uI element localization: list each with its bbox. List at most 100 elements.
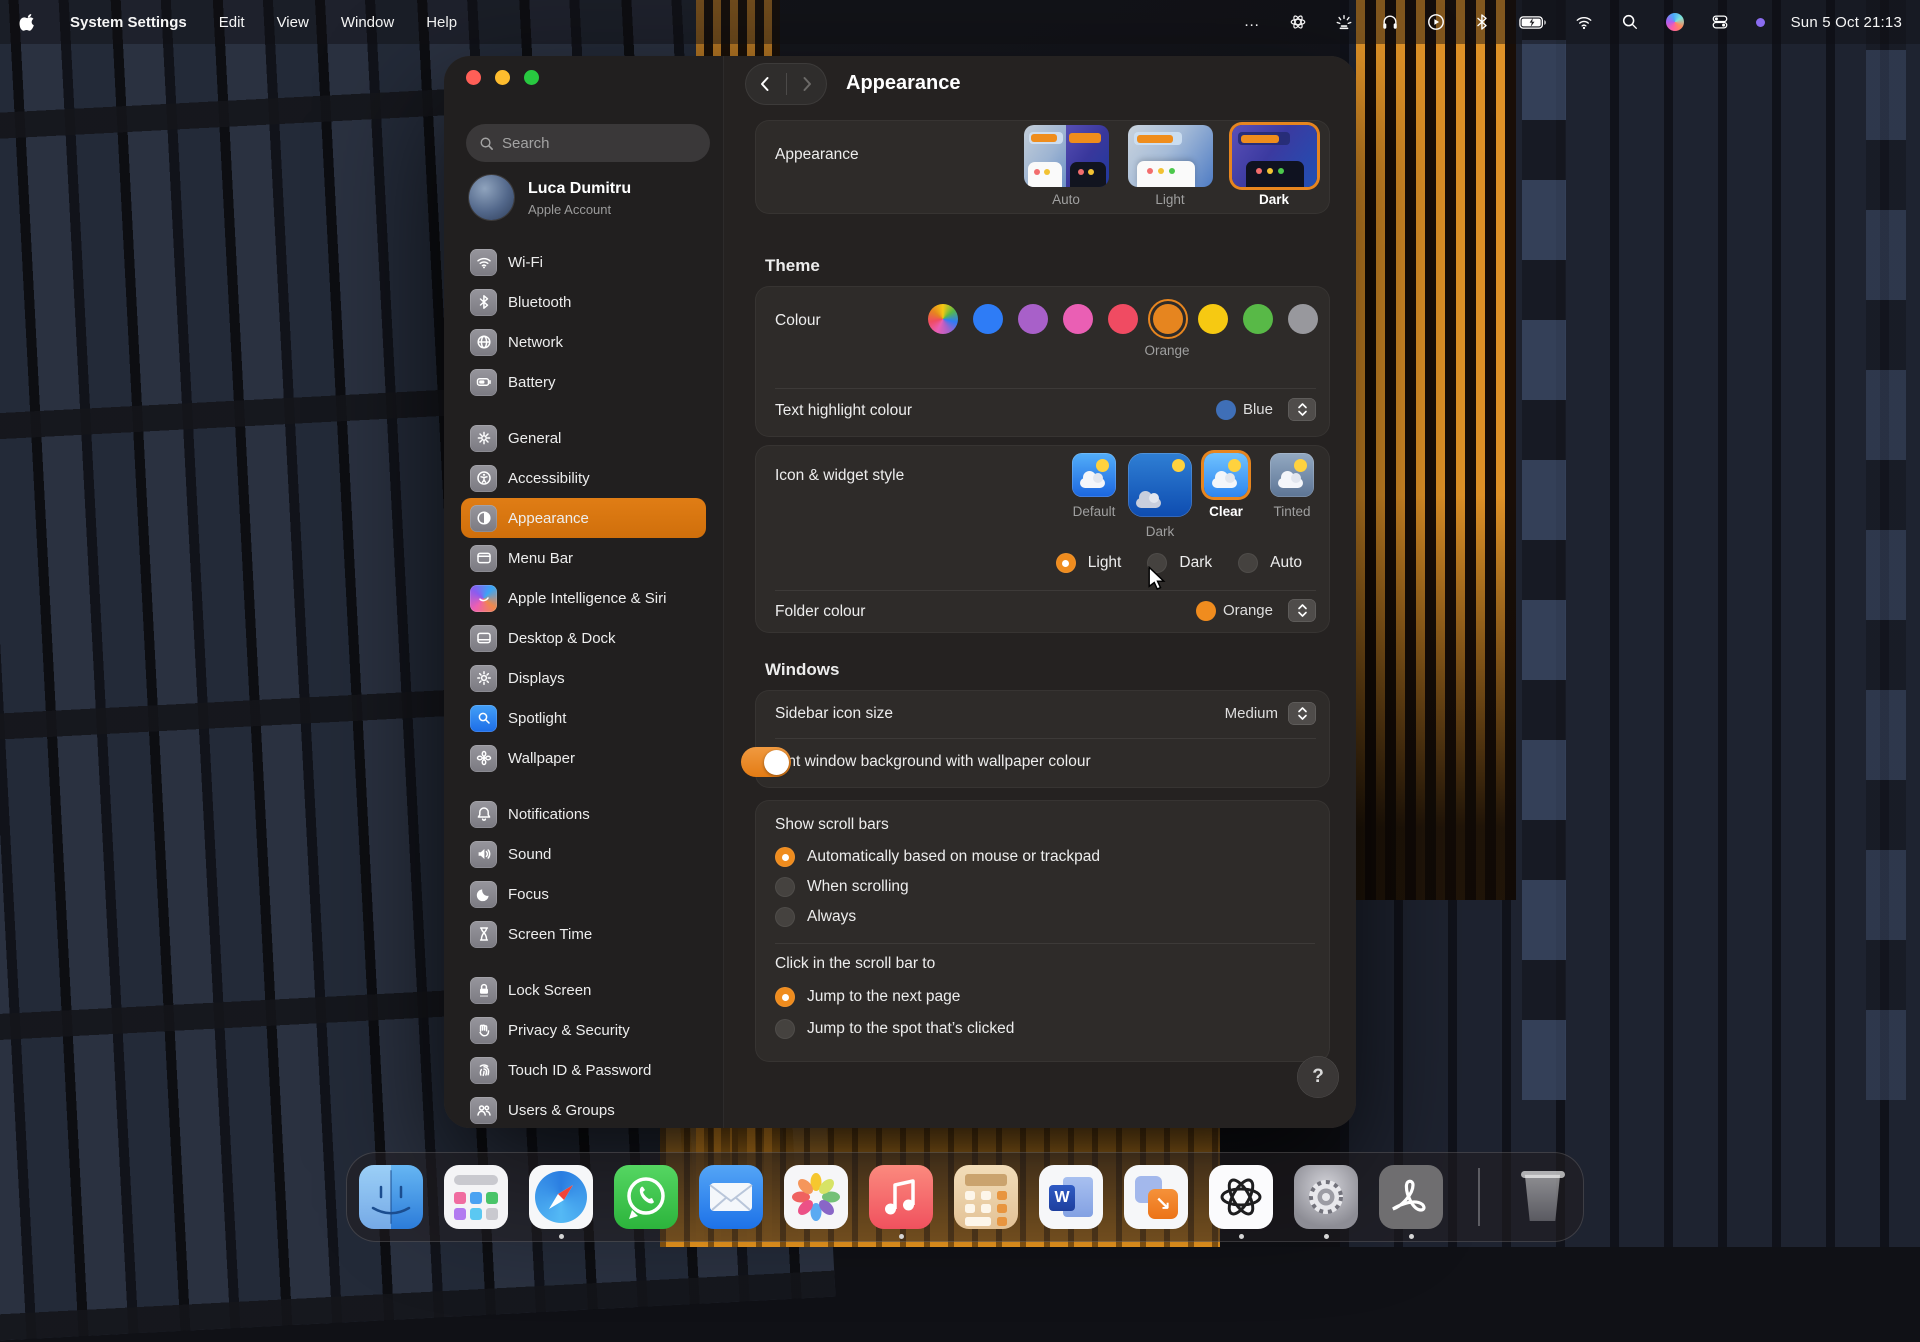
colour-swatch-orange[interactable] [1153,304,1183,334]
folder-colour-select[interactable]: Orange [1196,599,1316,622]
minimize-button[interactable] [495,70,510,85]
tint-toggle[interactable] [741,747,791,777]
appearance-option-dark[interactable]: Dark [1228,125,1320,207]
headphones-icon[interactable] [1380,12,1400,32]
bluetooth-icon[interactable] [1472,12,1492,32]
mode-radio-auto[interactable]: Auto [1238,548,1302,578]
colour-swatch-red[interactable] [1108,304,1138,334]
icon-style-clear[interactable]: Clear [1200,453,1252,539]
more-status-icon[interactable]: … [1242,12,1262,32]
menu-help[interactable]: Help [426,14,457,31]
sidebar-item-focus[interactable]: Focus [461,874,706,914]
control-center-icon[interactable] [1710,12,1730,32]
colour-swatch-pink[interactable] [1063,304,1093,334]
menu-view[interactable]: View [277,14,309,31]
sidebar-item-displays[interactable]: Displays [461,658,706,698]
scrollbar-radio-when-scrolling[interactable]: When scrolling [775,872,1330,902]
colour-swatch-yellow[interactable] [1198,304,1228,334]
sidebar-item-accessibility[interactable]: Accessibility [461,458,706,498]
dock-trash-icon[interactable] [1515,1165,1571,1229]
sidebar-item-label: Privacy & Security [508,1022,630,1039]
sidebar-item-screen-time[interactable]: Screen Time [461,914,706,954]
colour-swatch-blue[interactable] [973,304,1003,334]
dock-screen-share-icon[interactable]: ↘ [1124,1165,1188,1229]
click-radio-next-page[interactable]: Jump to the next page [775,982,1330,1012]
sidebar-item-wallpaper[interactable]: Wallpaper [461,738,706,778]
dock-system-settings-icon[interactable] [1294,1165,1358,1229]
back-button[interactable] [745,63,786,105]
help-button[interactable]: ? [1297,1056,1339,1098]
playback-icon[interactable] [1426,12,1446,32]
dock: W ↘ [346,1152,1584,1242]
siri-icon[interactable] [1666,13,1684,31]
text-highlight-select[interactable]: Blue [1216,398,1316,421]
sidebar-item-apple-intelligence[interactable]: Apple Intelligence & Siri [461,578,706,618]
sidebar-item-desktop-dock[interactable]: Desktop & Dock [461,618,706,658]
sidebar-item-battery[interactable]: Battery [461,362,706,402]
icon-style-tinted[interactable]: Tinted [1266,453,1318,539]
colour-swatch-green[interactable] [1243,304,1273,334]
battery-icon[interactable] [1518,12,1548,32]
menu-window[interactable]: Window [341,14,394,31]
search-input[interactable]: Search [466,124,710,162]
sidebar-item-label: Accessibility [508,470,590,487]
dock-mail-icon[interactable] [699,1165,763,1229]
openai-icon[interactable] [1288,12,1308,32]
colour-swatch-multicolour[interactable] [928,304,958,334]
mode-radio-light[interactable]: Light [1056,548,1122,578]
dock-safari-icon[interactable] [529,1165,593,1229]
clear-label: Clear [1209,504,1243,519]
close-button[interactable] [466,70,481,85]
sidebar-item-lock-screen[interactable]: Lock Screen [461,970,706,1010]
dock-photos-icon[interactable] [784,1165,848,1229]
appearance-option-auto[interactable]: Auto [1020,125,1112,207]
dock-acrobat-icon[interactable] [1379,1165,1443,1229]
dock-launchpad-icon[interactable] [444,1165,508,1229]
colour-swatch-purple[interactable] [1018,304,1048,334]
sidebar-item-spotlight[interactable]: Spotlight [461,698,706,738]
sidebar-item-notifications[interactable]: Notifications [461,794,706,834]
search-icon[interactable] [1620,12,1640,32]
sidebar-icon-size-select[interactable]: Medium [1225,702,1316,725]
menu-app-name[interactable]: System Settings [70,14,187,31]
dock-word-icon[interactable]: W [1039,1165,1103,1229]
sidebar-item-touch-id[interactable]: Touch ID & Password [461,1050,706,1090]
apple-menu-icon[interactable] [18,12,38,32]
text-highlight-label: Text highlight colour [775,402,912,420]
stepper-icon [1288,599,1316,622]
click-radio-spot-clicked[interactable]: Jump to the spot that’s clicked [775,1014,1330,1044]
mouse-cursor [1146,566,1168,592]
sidebar-item-network[interactable]: Network [461,322,706,362]
zoom-button[interactable] [524,70,539,85]
dock-finder-icon[interactable] [359,1165,423,1229]
account-name[interactable]: Luca Dumitru [528,180,631,198]
icon-style-dark[interactable]: Dark [1134,453,1186,539]
dock-calculator-icon[interactable] [954,1165,1018,1229]
sidebar-item-sound[interactable]: Sound [461,834,706,874]
focus-mode-dot[interactable] [1756,18,1765,27]
flower-icon [470,745,497,772]
sidebar-item-appearance[interactable]: Appearance [461,498,706,538]
dock-music-icon[interactable] [869,1165,933,1229]
wifi-icon[interactable] [1574,12,1594,32]
menu-bar-clock[interactable]: Sun 5 Oct 21:13 [1791,14,1902,31]
sidebar-item-users-groups[interactable]: Users & Groups [461,1090,706,1128]
sidebar-item-menu-bar[interactable]: Menu Bar [461,538,706,578]
menu-edit[interactable]: Edit [219,14,245,31]
lamp-icon[interactable] [1334,12,1354,32]
dock-whatsapp-icon[interactable] [614,1165,678,1229]
icon-style-default[interactable]: Default [1068,453,1120,539]
sidebar-item-bluetooth[interactable]: Bluetooth [461,282,706,322]
sidebar-item-general[interactable]: General [461,418,706,458]
dock-chatgpt-icon[interactable] [1209,1165,1273,1229]
colour-swatch-grey[interactable] [1288,304,1318,334]
sidebar-item-privacy-security[interactable]: Privacy & Security [461,1010,706,1050]
avatar[interactable] [469,175,514,220]
system-settings-window: Search Luca Dumitru Apple Account Wi-Fi … [444,56,1356,1128]
forward-button[interactable] [787,63,828,105]
scrollbar-radio-always[interactable]: Always [775,902,1330,932]
sidebar-item-label: Users & Groups [508,1102,615,1119]
scrollbar-radio-auto[interactable]: Automatically based on mouse or trackpad [775,842,1330,872]
sidebar-item-wifi[interactable]: Wi-Fi [461,242,706,282]
appearance-option-light[interactable]: Light [1124,125,1216,207]
